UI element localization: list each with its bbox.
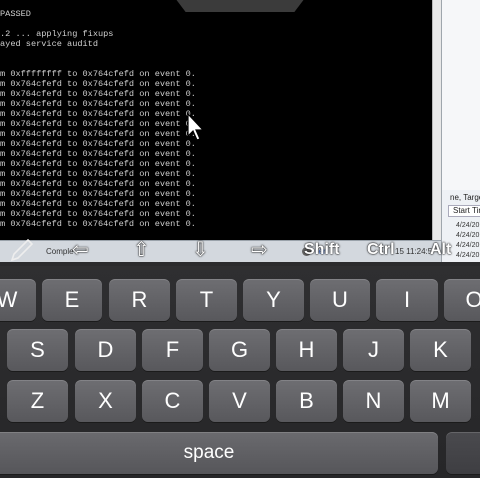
mouse-cursor-icon xyxy=(187,112,205,141)
terminal-line: m 0x764cfefd to 0x764cfefd on event 0. xyxy=(0,129,196,139)
pencil-icon[interactable] xyxy=(8,238,36,264)
space-key[interactable]: space xyxy=(0,432,438,474)
key-i[interactable]: I xyxy=(376,279,438,321)
terminal-line: m 0x764cfefd to 0x764cfefd on event 0. xyxy=(0,119,196,129)
key-g[interactable]: G xyxy=(209,329,270,371)
key-x[interactable]: X xyxy=(75,380,136,422)
key-w[interactable]: W xyxy=(0,279,36,321)
terminal-console[interactable]: PASSED .2 ... applying fixups ayed service… xyxy=(0,0,440,240)
terminal-line: m 0x764cfefd to 0x764cfefd on event 0. xyxy=(0,159,196,169)
terminal-line: m 0x764cfefd to 0x764cfefd on event 0. xyxy=(0,169,196,179)
terminal-line: m 0x764cfefd to 0x764cfefd on event 0. xyxy=(0,179,196,189)
terminal-line: m 0x764cfefd to 0x764cfefd on event 0. xyxy=(0,199,196,209)
terminal-line: m 0x764cfefd to 0x764cfefd on event 0. xyxy=(0,79,196,89)
key-z[interactable]: Z xyxy=(7,380,68,422)
key-e[interactable]: E xyxy=(42,279,102,321)
side-panel-top xyxy=(442,0,480,190)
key-r[interactable]: R xyxy=(109,279,170,321)
left-arrow-key[interactable]: ⇦ xyxy=(72,237,89,262)
key-m[interactable]: M xyxy=(410,380,471,422)
key-c[interactable]: C xyxy=(142,380,203,422)
terminal-line: m 0x764cfefd to 0x764cfefd on event 0. xyxy=(0,99,196,109)
remote-desktop-view: PASSED .2 ... applying fixups ayed service… xyxy=(0,0,480,262)
terminal-output: PASSED .2 ... applying fixups ayed service… xyxy=(0,9,196,229)
keyboard-toolbar: ⇦ ⇧ ⇩ ⇨ Shift Ctrl Alt xyxy=(0,238,480,264)
key-f[interactable]: F xyxy=(142,329,203,371)
terminal-line: m 0x764cfefd to 0x764cfefd on event 0. xyxy=(0,109,196,119)
start-time-column-header[interactable]: Start Tir xyxy=(448,205,480,217)
key-b[interactable]: B xyxy=(276,380,337,422)
key-v[interactable]: V xyxy=(209,380,270,422)
down-arrow-key[interactable]: ⇩ xyxy=(192,237,209,262)
side-panel: ne, Target Start Tir 4/24/20 4/24/20 4/2… xyxy=(441,0,480,262)
key-d[interactable]: D xyxy=(75,329,136,371)
side-panel-row-label: ne, Target xyxy=(450,193,480,202)
terminal-line: m 0x764cfefd to 0x764cfefd on event 0. xyxy=(0,209,196,219)
terminal-line: m 0x764cfefd to 0x764cfefd on event 0. xyxy=(0,219,196,229)
key-j[interactable]: J xyxy=(343,329,404,371)
terminal-line: m 0x764cfefd to 0x764cfefd on event 0. xyxy=(0,89,196,99)
key-t[interactable]: T xyxy=(176,279,237,321)
key-u[interactable]: U xyxy=(310,279,370,321)
side-date: 4/24/20 xyxy=(456,222,480,229)
return-key[interactable] xyxy=(446,432,480,474)
terminal-line: m 0xffffffff to 0x764cfefd on event 0. xyxy=(0,69,196,79)
shift-key[interactable]: Shift xyxy=(304,241,340,259)
right-arrow-key[interactable]: ⇨ xyxy=(251,237,268,262)
terminal-line: m 0x764cfefd to 0x764cfefd on event 0. xyxy=(0,139,196,149)
terminal-scrollbar[interactable] xyxy=(432,0,441,240)
terminal-line: ayed service auditd xyxy=(0,39,98,49)
terminal-line: m 0x764cfefd to 0x764cfefd on event 0. xyxy=(0,189,196,199)
key-s[interactable]: S xyxy=(7,329,68,371)
key-h[interactable]: H xyxy=(276,329,337,371)
terminal-line: PASSED xyxy=(0,9,31,19)
alt-key[interactable]: Alt xyxy=(430,241,451,259)
window-title-tab xyxy=(172,0,308,12)
terminal-line: .2 ... applying fixups xyxy=(0,29,114,39)
key-o[interactable]: O xyxy=(444,279,480,321)
onscreen-keyboard: W E R T Y U I O S D F G H J K Z X C V B … xyxy=(0,266,480,478)
terminal-line: m 0x764cfefd to 0x764cfefd on event 0. xyxy=(0,149,196,159)
key-k[interactable]: K xyxy=(410,329,471,371)
key-n[interactable]: N xyxy=(343,380,404,422)
ctrl-key[interactable]: Ctrl xyxy=(367,241,395,259)
key-y[interactable]: Y xyxy=(243,279,304,321)
up-arrow-key[interactable]: ⇧ xyxy=(133,237,150,262)
